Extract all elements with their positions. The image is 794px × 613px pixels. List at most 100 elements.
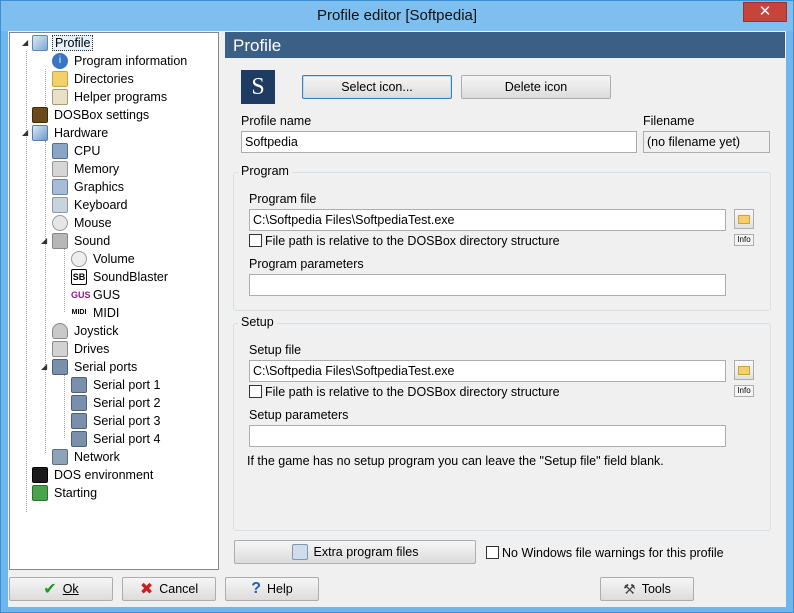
starting-icon <box>32 484 48 501</box>
serial-port-icon <box>71 412 87 429</box>
setup-relative-path-label: File path is relative to the DOSBox dire… <box>265 385 560 399</box>
browse-setup-file-button[interactable] <box>734 360 754 380</box>
no-windows-warnings-checkbox[interactable] <box>486 546 499 559</box>
tree-item-network[interactable]: Network <box>52 448 122 465</box>
program-file-input[interactable]: C:\Softpedia Files\SoftpediaTest.exe <box>249 209 726 231</box>
program-relative-path-label: File path is relative to the DOSBox dire… <box>265 234 560 248</box>
setup-file-input[interactable]: C:\Softpedia Files\SoftpediaTest.exe <box>249 360 726 382</box>
hardware-icon <box>32 124 48 141</box>
dosbox-icon <box>32 106 48 123</box>
setup-group-title: Setup <box>238 315 277 329</box>
dos-environment-icon <box>32 466 48 483</box>
tree-item-starting[interactable]: Starting <box>32 484 99 501</box>
browse-program-file-button[interactable] <box>734 209 754 229</box>
profile-panel: Profile S Select icon... Delete icon Pro… <box>225 32 785 570</box>
network-icon <box>52 448 68 465</box>
serial-ports-icon <box>52 358 68 375</box>
tree-item-dosbox-settings[interactable]: DOSBox settings <box>32 106 151 123</box>
setup-relative-path-checkbox[interactable] <box>249 385 262 398</box>
program-parameters-label: Program parameters <box>249 257 364 271</box>
gus-icon: GUS <box>71 289 91 300</box>
cancel-button[interactable]: ✖ Cancel <box>122 577 216 601</box>
sound-icon <box>52 232 68 249</box>
settings-tree[interactable]: ◢ Profile i Program information Director… <box>9 32 219 570</box>
tree-item-serial-ports[interactable]: Serial ports <box>52 358 139 375</box>
setup-hint-text: If the game has no setup program you can… <box>247 454 664 468</box>
tree-item-cpu[interactable]: CPU <box>52 142 102 159</box>
serial-port-icon <box>71 376 87 393</box>
tree-item-gus[interactable]: GUS GUS <box>71 286 122 303</box>
info-icon: i <box>52 52 68 69</box>
tree-item-program-information[interactable]: i Program information <box>52 52 189 69</box>
title-bar[interactable]: Profile editor [Softpedia] ✕ <box>1 1 793 31</box>
select-icon-button[interactable]: Select icon... <box>302 75 452 99</box>
setup-parameters-input[interactable] <box>249 425 726 447</box>
profile-icon <box>32 34 48 51</box>
close-button[interactable]: ✕ <box>743 2 787 22</box>
program-relative-path-checkbox[interactable] <box>249 234 262 247</box>
tree-item-serial-port-1[interactable]: Serial port 1 <box>71 376 162 393</box>
collapse-sound-icon[interactable]: ◢ <box>41 236 50 245</box>
volume-icon <box>71 250 87 267</box>
program-info-button[interactable]: Info <box>734 234 754 246</box>
cancel-x-icon: ✖ <box>139 581 154 598</box>
tree-item-midi[interactable]: MIDI MIDI <box>71 304 121 321</box>
profile-name-input[interactable]: Softpedia <box>241 131 637 153</box>
tree-item-keyboard[interactable]: Keyboard <box>52 196 130 213</box>
profile-name-label: Profile name <box>241 114 312 128</box>
joystick-icon <box>52 322 68 339</box>
tree-item-serial-port-2[interactable]: Serial port 2 <box>71 394 162 411</box>
tree-item-serial-port-3[interactable]: Serial port 3 <box>71 412 162 429</box>
midi-icon: MIDI <box>71 308 87 316</box>
ok-button[interactable]: ✔ Ok <box>9 577 113 601</box>
tree-item-memory[interactable]: Memory <box>52 160 121 177</box>
tree-item-joystick[interactable]: Joystick <box>52 322 120 339</box>
setup-info-button[interactable]: Info <box>734 385 754 397</box>
cpu-icon <box>52 142 68 159</box>
help-button[interactable]: ? Help <box>225 577 319 601</box>
program-group-title: Program <box>238 164 292 178</box>
folder-icon <box>52 70 68 87</box>
tree-item-serial-port-4[interactable]: Serial port 4 <box>71 430 162 447</box>
helper-icon <box>52 88 68 105</box>
soundblaster-icon: SB <box>71 268 87 285</box>
setup-file-label: Setup file <box>249 343 302 357</box>
tree-item-volume[interactable]: Volume <box>71 250 137 267</box>
checkmark-icon: ✔ <box>43 581 57 598</box>
program-parameters-input[interactable] <box>249 274 726 296</box>
panel-body: S Select icon... Delete icon Profile nam… <box>225 58 785 570</box>
tree-item-sound[interactable]: Sound <box>52 232 112 249</box>
program-file-label: Program file <box>249 192 317 206</box>
extra-program-files-button[interactable]: Extra program files <box>234 540 476 564</box>
profile-editor-window: Profile editor [Softpedia] ✕ ◢ Profile i… <box>0 0 794 613</box>
tree-item-helper-programs[interactable]: Helper programs <box>52 88 169 105</box>
drives-icon <box>52 340 68 357</box>
client-area: ◢ Profile i Program information Director… <box>8 31 786 607</box>
tree-item-mouse[interactable]: Mouse <box>52 214 114 231</box>
graphics-icon <box>52 178 68 195</box>
collapse-hardware-icon[interactable]: ◢ <box>22 128 31 137</box>
tools-icon: ⚒ <box>623 580 636 597</box>
window-title: Profile editor [Softpedia] <box>316 7 478 24</box>
no-windows-warnings-label: No Windows file warnings for this profil… <box>502 546 724 560</box>
tree-item-hardware[interactable]: Hardware <box>32 124 110 141</box>
panel-header: Profile <box>225 32 785 58</box>
tree-item-graphics[interactable]: Graphics <box>52 178 126 195</box>
delete-icon-button[interactable]: Delete icon <box>461 75 611 99</box>
memory-icon <box>52 160 68 177</box>
serial-port-icon <box>71 394 87 411</box>
folder-open-icon <box>738 215 750 224</box>
profile-icon-preview: S <box>241 70 275 104</box>
tools-button[interactable]: ⚒ Tools <box>600 577 694 601</box>
collapse-profile-icon[interactable]: ◢ <box>22 38 31 47</box>
tree-item-soundblaster[interactable]: SB SoundBlaster <box>71 268 170 285</box>
extra-files-icon <box>291 544 308 560</box>
tree-item-drives[interactable]: Drives <box>52 340 111 357</box>
folder-open-icon <box>738 366 750 375</box>
tree-item-dos-environment[interactable]: DOS environment <box>32 466 155 483</box>
filename-label: Filename <box>643 114 695 128</box>
collapse-serial-ports-icon[interactable]: ◢ <box>41 362 50 371</box>
tree-item-profile[interactable]: Profile <box>32 34 94 51</box>
tree-item-directories[interactable]: Directories <box>52 70 136 87</box>
keyboard-icon <box>52 196 68 213</box>
